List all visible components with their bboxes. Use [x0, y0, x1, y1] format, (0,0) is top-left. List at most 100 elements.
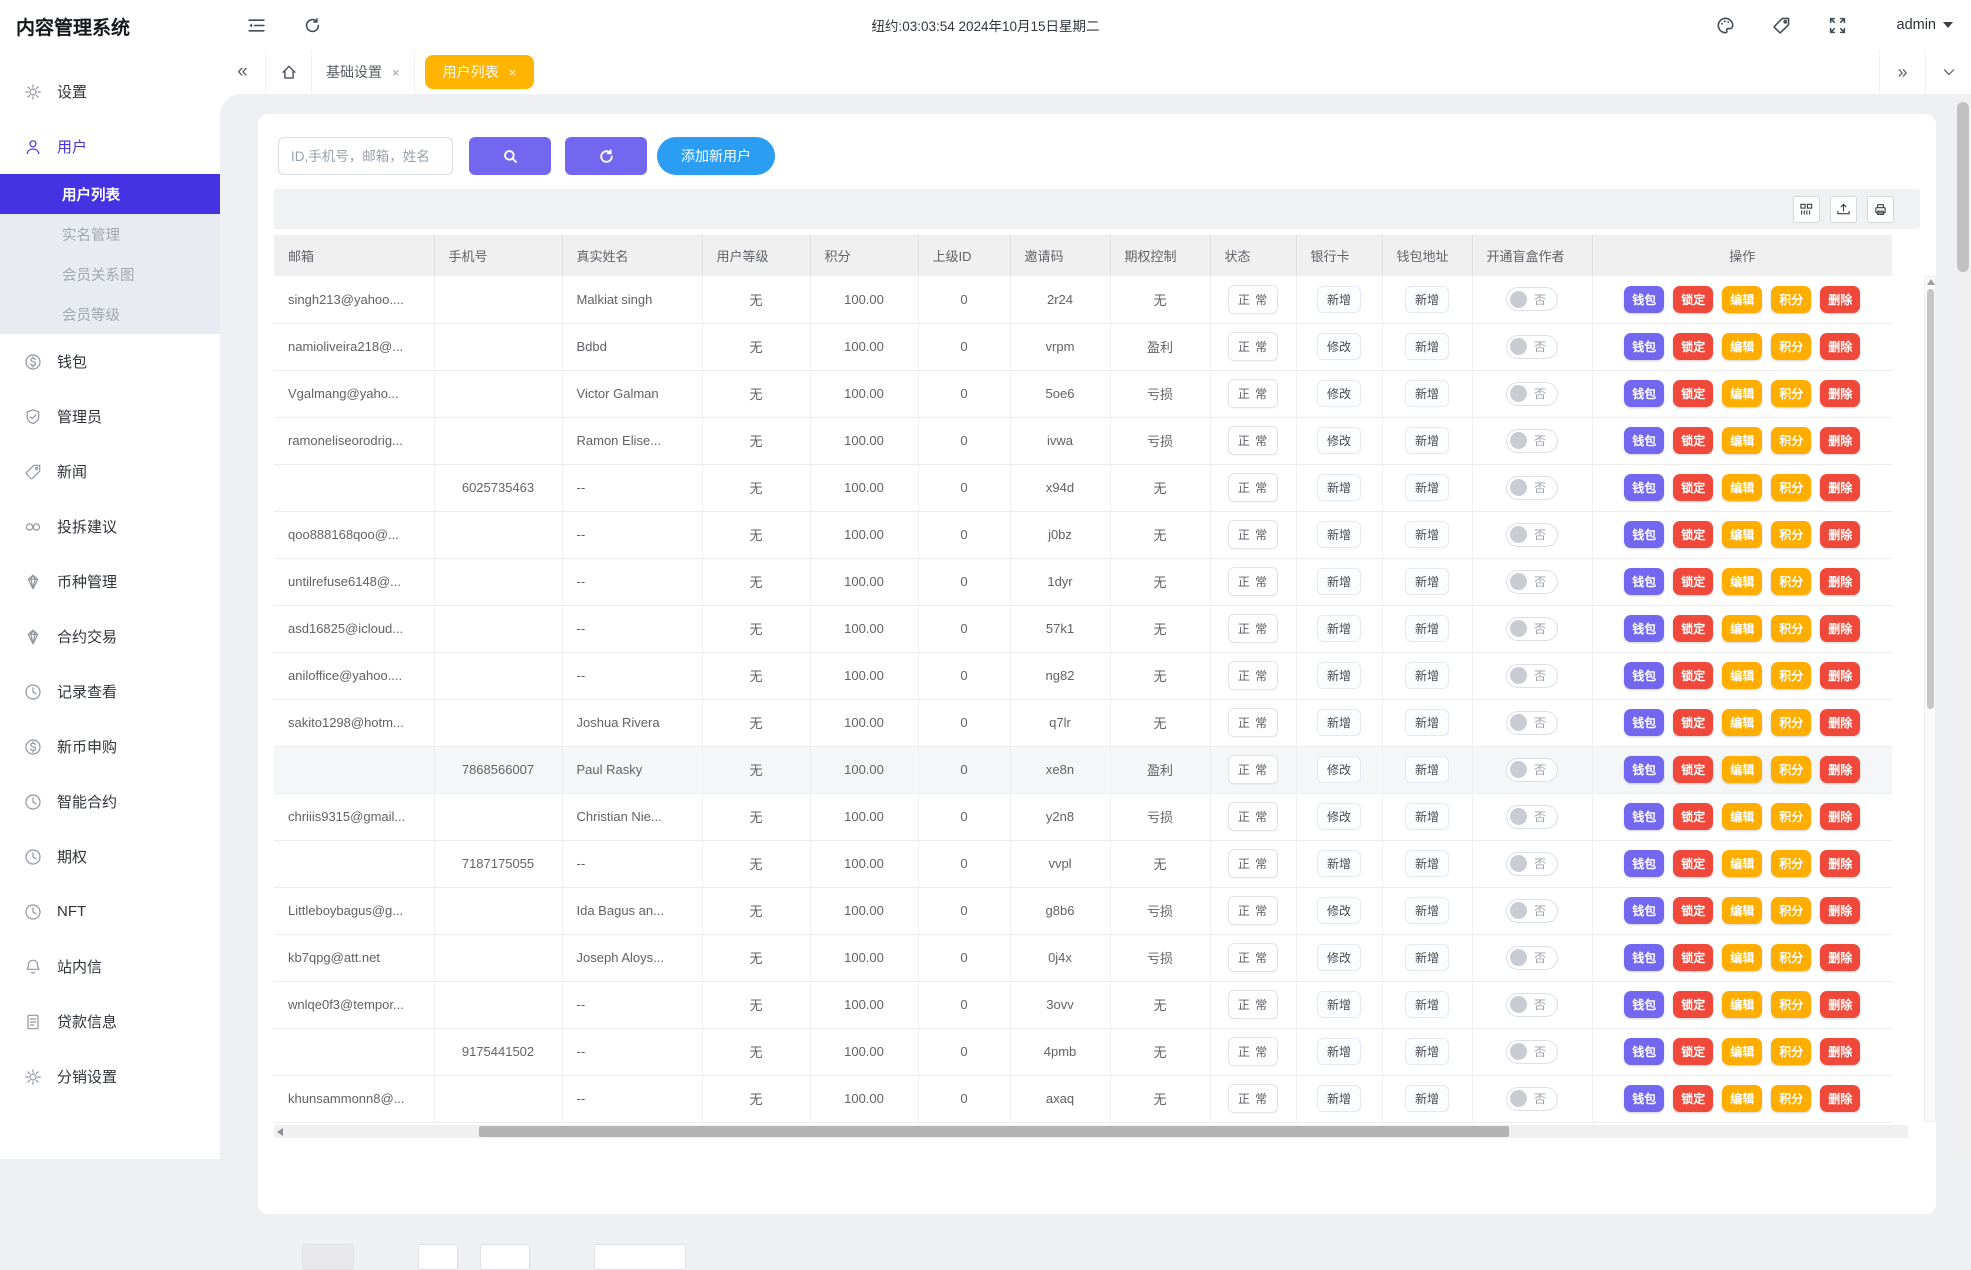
- sidebar-item-users[interactable]: 用户: [0, 119, 220, 174]
- scroll-up-arrow-icon[interactable]: [1927, 279, 1935, 285]
- lock-action-button[interactable]: 锁定: [1673, 285, 1714, 313]
- delete-action-button[interactable]: 删除: [1820, 756, 1861, 783]
- columns-icon[interactable]: [1793, 195, 1820, 223]
- lock-action-button[interactable]: 锁定: [1673, 427, 1714, 454]
- blindbox-toggle[interactable]: 否: [1506, 334, 1558, 359]
- blindbox-toggle[interactable]: 否: [1506, 851, 1558, 876]
- delete-action-button[interactable]: 删除: [1820, 521, 1861, 548]
- wallet-address-button[interactable]: 新增: [1404, 615, 1449, 642]
- bank-card-button[interactable]: 修改: [1316, 380, 1361, 407]
- table-horizontal-scrollbar[interactable]: [274, 1124, 1908, 1138]
- wallet-address-button[interactable]: 新增: [1404, 662, 1449, 689]
- blindbox-toggle[interactable]: 否: [1506, 663, 1558, 688]
- points-action-button[interactable]: 积分: [1771, 662, 1812, 689]
- sidebar-item-feedback[interactable]: 投拆建议: [0, 499, 220, 554]
- bank-card-button[interactable]: 新增: [1316, 615, 1361, 642]
- delete-action-button[interactable]: 删除: [1820, 1085, 1861, 1112]
- points-action-button[interactable]: 积分: [1771, 568, 1812, 595]
- wallet-address-button[interactable]: 新增: [1404, 897, 1449, 924]
- delete-action-button[interactable]: 删除: [1820, 615, 1861, 642]
- vertical-scroll-thumb[interactable]: [1927, 289, 1934, 709]
- palette-icon[interactable]: [1709, 9, 1741, 41]
- wallet-action-button[interactable]: 钱包: [1624, 380, 1665, 407]
- edit-action-button[interactable]: 编辑: [1722, 380, 1763, 407]
- blindbox-toggle[interactable]: 否: [1506, 945, 1558, 970]
- delete-action-button[interactable]: 删除: [1820, 897, 1861, 924]
- edit-action-button[interactable]: 编辑: [1722, 333, 1763, 360]
- edit-action-button[interactable]: 编辑: [1722, 850, 1763, 877]
- tabs-forward-icon[interactable]: »: [1879, 50, 1925, 94]
- bank-card-button[interactable]: 修改: [1316, 803, 1361, 830]
- edit-action-button[interactable]: 编辑: [1722, 662, 1763, 689]
- lock-action-button[interactable]: 锁定: [1673, 897, 1714, 924]
- sidebar-item-new-coin[interactable]: 新币申购: [0, 719, 220, 774]
- wallet-action-button[interactable]: 钱包: [1624, 1038, 1665, 1065]
- horizontal-scroll-thumb[interactable]: [479, 1125, 1509, 1137]
- blindbox-toggle[interactable]: 否: [1506, 287, 1558, 312]
- points-action-button[interactable]: 积分: [1771, 944, 1812, 971]
- wallet-address-button[interactable]: 新增: [1404, 803, 1449, 830]
- wallet-address-button[interactable]: 新增: [1404, 380, 1449, 407]
- bank-card-button[interactable]: 新增: [1316, 991, 1361, 1018]
- delete-action-button[interactable]: 删除: [1820, 944, 1861, 971]
- edit-action-button[interactable]: 编辑: [1722, 1085, 1763, 1112]
- lock-action-button[interactable]: 锁定: [1673, 1085, 1714, 1112]
- bank-card-button[interactable]: 新增: [1316, 1038, 1361, 1065]
- sidebar-item-currency-mgmt[interactable]: 币种管理: [0, 554, 220, 609]
- wallet-action-button[interactable]: 钱包: [1624, 756, 1665, 783]
- sidebar-subitem-member-graph[interactable]: 会员关系图: [0, 254, 220, 294]
- edit-action-button[interactable]: 编辑: [1722, 756, 1763, 783]
- wallet-address-button[interactable]: 新增: [1404, 521, 1449, 548]
- blindbox-toggle[interactable]: 否: [1506, 757, 1558, 782]
- lock-action-button[interactable]: 锁定: [1673, 991, 1714, 1018]
- delete-action-button[interactable]: 删除: [1820, 427, 1861, 454]
- edit-action-button[interactable]: 编辑: [1722, 1038, 1763, 1065]
- table-vertical-scrollbar[interactable]: [1924, 276, 1936, 1122]
- lock-action-button[interactable]: 锁定: [1673, 662, 1714, 689]
- points-action-button[interactable]: 积分: [1771, 615, 1812, 642]
- wallet-action-button[interactable]: 钱包: [1624, 615, 1665, 642]
- points-action-button[interactable]: 积分: [1771, 803, 1812, 830]
- sidebar-item-options[interactable]: 期权: [0, 829, 220, 884]
- close-tab-icon[interactable]: ×: [509, 65, 517, 80]
- tab-basic-settings[interactable]: 基础设置 ×: [312, 50, 415, 94]
- wallet-action-button[interactable]: 钱包: [1624, 568, 1665, 595]
- bank-card-button[interactable]: 新增: [1316, 709, 1361, 736]
- close-tab-icon[interactable]: ×: [392, 65, 400, 80]
- delete-action-button[interactable]: 删除: [1820, 285, 1861, 313]
- bank-card-button[interactable]: 修改: [1316, 944, 1361, 971]
- bank-card-button[interactable]: 新增: [1316, 521, 1361, 548]
- edit-action-button[interactable]: 编辑: [1722, 615, 1763, 642]
- edit-action-button[interactable]: 编辑: [1722, 803, 1763, 830]
- wallet-action-button[interactable]: 钱包: [1624, 285, 1665, 313]
- points-action-button[interactable]: 积分: [1771, 521, 1812, 548]
- wallet-address-button[interactable]: 新增: [1404, 1038, 1449, 1065]
- search-button[interactable]: [469, 137, 551, 175]
- wallet-address-button[interactable]: 新增: [1404, 991, 1449, 1018]
- points-action-button[interactable]: 积分: [1771, 474, 1812, 501]
- wallet-action-button[interactable]: 钱包: [1624, 1085, 1665, 1112]
- wallet-action-button[interactable]: 钱包: [1624, 897, 1665, 924]
- delete-action-button[interactable]: 删除: [1820, 380, 1861, 407]
- add-user-button[interactable]: 添加新用户: [657, 137, 775, 175]
- points-action-button[interactable]: 积分: [1771, 285, 1812, 313]
- tag-icon[interactable]: [1765, 9, 1797, 41]
- blindbox-toggle[interactable]: 否: [1506, 475, 1558, 500]
- blindbox-toggle[interactable]: 否: [1506, 992, 1558, 1017]
- wallet-action-button[interactable]: 钱包: [1624, 662, 1665, 689]
- wallet-address-button[interactable]: 新增: [1404, 1085, 1449, 1112]
- lock-action-button[interactable]: 锁定: [1673, 568, 1714, 595]
- lock-action-button[interactable]: 锁定: [1673, 615, 1714, 642]
- lock-action-button[interactable]: 锁定: [1673, 850, 1714, 877]
- sidebar-item-site-message[interactable]: 站内信: [0, 939, 220, 994]
- wallet-address-button[interactable]: 新增: [1404, 285, 1449, 313]
- sidebar-item-loan-info[interactable]: 贷款信息: [0, 994, 220, 1049]
- edit-action-button[interactable]: 编辑: [1722, 991, 1763, 1018]
- sidebar-subitem-user-list[interactable]: 用户列表: [0, 174, 220, 214]
- bank-card-button[interactable]: 修改: [1316, 897, 1361, 924]
- edit-action-button[interactable]: 编辑: [1722, 944, 1763, 971]
- lock-action-button[interactable]: 锁定: [1673, 380, 1714, 407]
- home-icon[interactable]: [266, 50, 312, 94]
- points-action-button[interactable]: 积分: [1771, 991, 1812, 1018]
- wallet-address-button[interactable]: 新增: [1404, 756, 1449, 783]
